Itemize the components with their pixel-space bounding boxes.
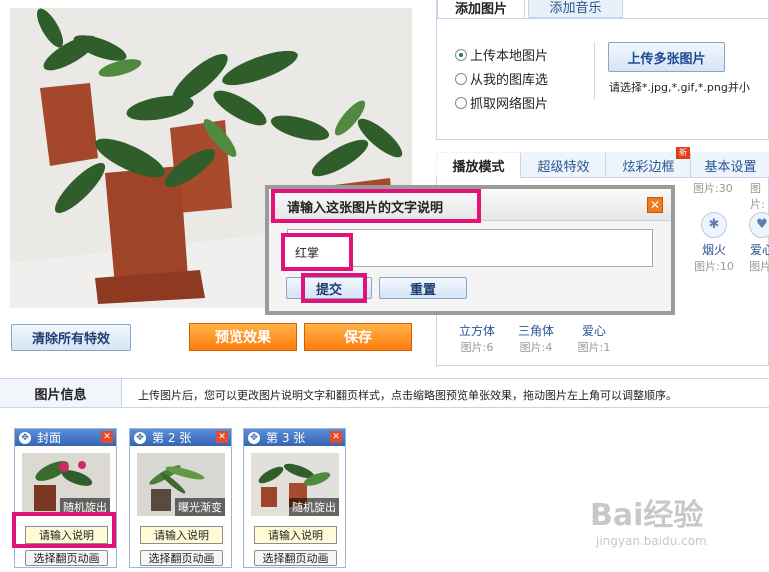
image-info-text: 上传图片后，您可以更改图片说明文字和翻页样式，点击缩略图预览单张效果，拖动图片左… — [138, 389, 677, 402]
card-effect-label: 曝光渐变 — [175, 498, 225, 516]
tab-add-image[interactable]: 添加图片 — [437, 0, 525, 18]
effect-triangle[interactable]: 三角体 图片:4 — [513, 322, 559, 355]
tab-add-music[interactable]: 添加音乐 — [528, 0, 623, 18]
enter-caption-button[interactable]: 请输入说明 — [140, 526, 223, 544]
caption-dialog: 请输入这张图片的文字说明 ✕ 红掌 提交 重置 — [265, 185, 675, 315]
choose-page-animation-button[interactable]: 选择翻页动画 — [140, 550, 223, 566]
effect-count: 图片:30 — [693, 182, 733, 195]
card-header[interactable]: ✥ 封面 ✕ — [15, 429, 116, 446]
new-badge: 新 — [676, 147, 690, 159]
tab-basic-settings[interactable]: 基本设置 — [692, 153, 769, 178]
close-icon[interactable]: ✕ — [647, 197, 663, 213]
effect-heart[interactable]: ♥ 爱心 图片: — [742, 212, 769, 274]
option-my-gallery[interactable]: 从我的图库选 — [455, 69, 548, 88]
watermark-url: jingyan.baidu.com — [596, 534, 707, 548]
delete-icon[interactable]: ✕ — [101, 431, 113, 443]
baidu-jingyan-watermark: Bai经验 jingyan.baidu.com — [590, 490, 707, 548]
preview-effect-button[interactable]: 预览效果 — [189, 323, 297, 351]
effect-heart-2[interactable]: 爱心 图片:1 — [574, 322, 614, 355]
option-label: 从我的图库选 — [470, 73, 549, 88]
caption-button-highlight — [12, 512, 116, 548]
reset-button[interactable]: 重置 — [379, 277, 467, 299]
option-fetch-web[interactable]: 抓取网络图片 — [455, 93, 548, 112]
move-icon[interactable]: ✥ — [248, 431, 260, 444]
option-label: 抓取网络图片 — [470, 97, 549, 112]
effect-count: 图片:1 — [577, 341, 611, 354]
effect-count: 图片:4 — [519, 341, 553, 354]
effect-name: 爱心 — [581, 324, 606, 338]
upload-multiple-button[interactable]: 上传多张图片 — [608, 42, 725, 72]
tab-super-effects[interactable]: 超级特效 — [522, 153, 606, 178]
effect-cube[interactable]: 立方体 图片:6 — [454, 322, 500, 355]
enter-caption-button[interactable]: 请输入说明 — [254, 526, 337, 544]
option-local-upload[interactable]: 上传本地图片 — [455, 45, 548, 64]
fireworks-icon: ✱ — [701, 212, 727, 238]
radio-icon[interactable] — [455, 96, 467, 109]
choose-page-animation-button[interactable]: 选择翻页动画 — [25, 550, 108, 566]
card-title: 封面 — [37, 431, 62, 445]
upload-hint: 请选择*.jpg,*.gif,*.png并小 — [609, 81, 750, 94]
effect-count: 图片: — [749, 260, 769, 273]
image-info-label: 图片信息 — [0, 379, 122, 407]
thumbnail-image[interactable]: 曝光渐变 — [137, 453, 225, 516]
choose-page-animation-button[interactable]: 选择翻页动画 — [254, 550, 337, 566]
thumbnail-card-2[interactable]: ✥ 第 2 张 ✕ 曝光渐变 请输入说明 选择翻页动画 — [129, 428, 232, 568]
move-icon[interactable]: ✥ — [134, 431, 146, 444]
card-header[interactable]: ✥ 第 2 张 ✕ — [130, 429, 231, 446]
radio-icon[interactable] — [455, 72, 467, 85]
effect-count: 图片:6 — [460, 341, 494, 354]
effect-name: 三角体 — [517, 324, 554, 338]
save-button[interactable]: 保存 — [304, 323, 412, 351]
effect-name: 烟火 — [701, 243, 726, 257]
delete-icon[interactable]: ✕ — [216, 431, 228, 443]
heart-icon: ♥ — [749, 212, 769, 238]
move-icon[interactable]: ✥ — [19, 431, 31, 444]
thumbnail-image[interactable]: 随机旋出 — [251, 453, 339, 516]
caption-input-text: 红掌 — [295, 245, 320, 260]
watermark-logo: Bai经验 — [590, 498, 704, 533]
card-effect-label: 随机旋出 — [289, 498, 339, 516]
caption-input-value[interactable]: 红掌 — [281, 233, 353, 271]
divider — [594, 42, 595, 100]
card-title: 第 2 张 — [152, 431, 192, 445]
thumbnail-card-3[interactable]: ✥ 第 3 张 ✕ 随机旋出 请输入说明 选择翻页动画 — [243, 428, 346, 568]
radio-selected-icon[interactable] — [455, 48, 467, 61]
tab-divider — [436, 18, 769, 19]
image-info-bar: 图片信息 上传图片后，您可以更改图片说明文字和翻页样式，点击缩略图预览单张效果，… — [0, 378, 769, 408]
clear-effects-button[interactable]: 清除所有特效 — [11, 324, 131, 351]
delete-icon[interactable]: ✕ — [330, 431, 342, 443]
tab-play-mode[interactable]: 播放模式 — [437, 153, 521, 178]
option-label: 上传本地图片 — [470, 49, 549, 64]
dialog-title: 请输入这张图片的文字说明 — [271, 189, 481, 223]
effect-count: 图片: — [750, 182, 765, 211]
card-title: 第 3 张 — [266, 431, 306, 445]
effect-count: 图片:10 — [694, 260, 734, 273]
thumbnail-image[interactable]: 随机旋出 — [22, 453, 110, 516]
effect-name: 爱心 — [749, 243, 769, 257]
submit-highlight — [301, 273, 367, 303]
dialog-title-text: 请输入这张图片的文字说明 — [287, 200, 444, 216]
effect-fireworks[interactable]: ✱ 烟火 图片:10 — [692, 212, 736, 274]
card-header[interactable]: ✥ 第 3 张 ✕ — [244, 429, 345, 446]
effect-name: 立方体 — [458, 324, 495, 338]
